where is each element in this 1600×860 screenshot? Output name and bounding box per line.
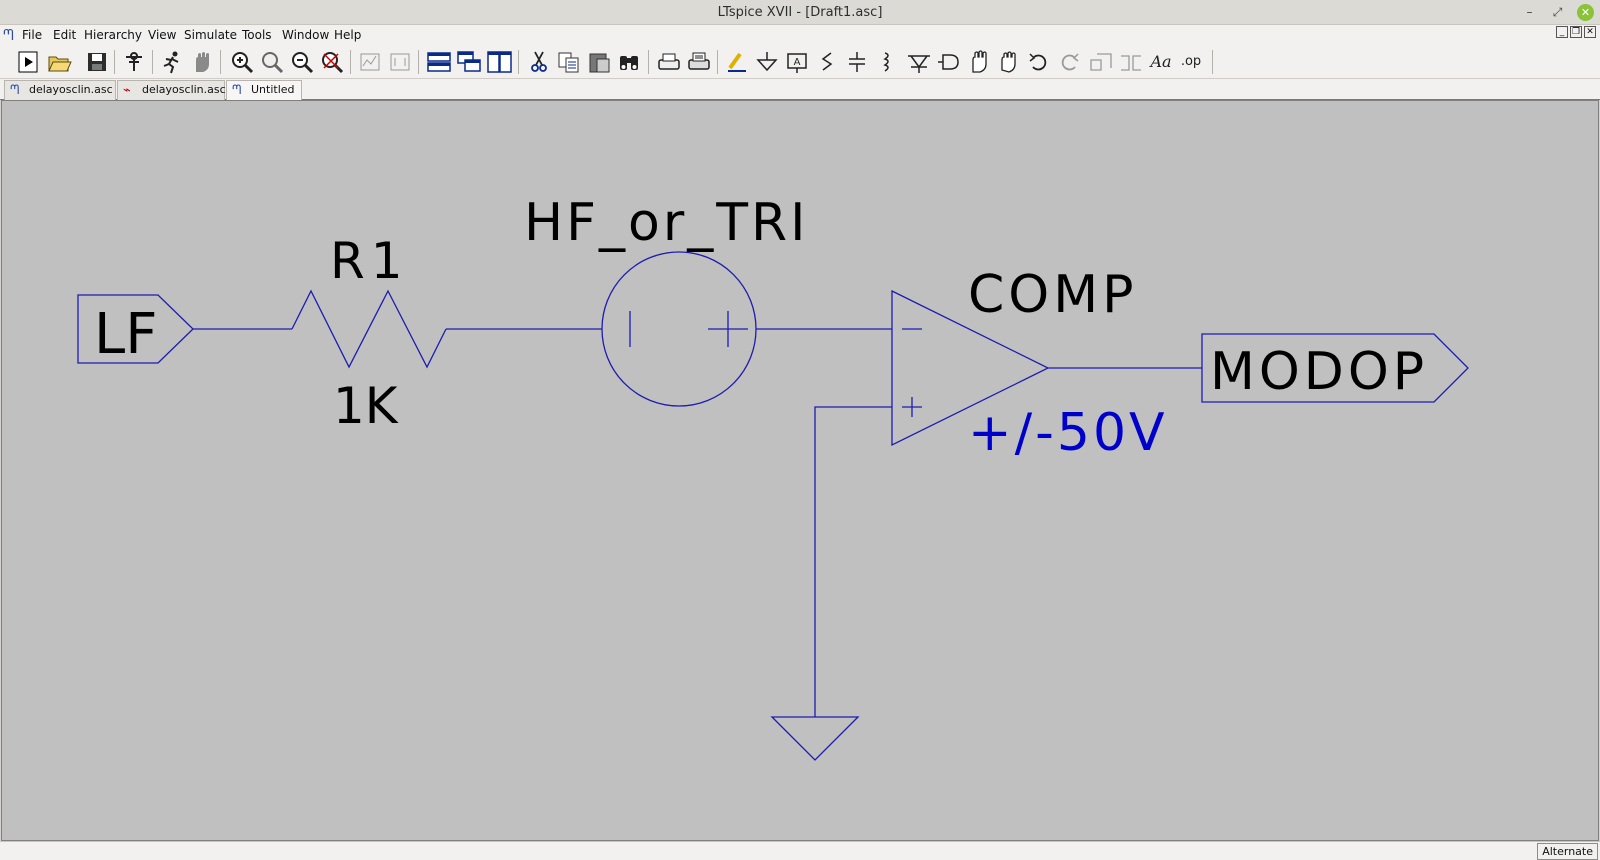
wire-icon[interactable] (723, 48, 751, 76)
output-port-label: MODOP (1210, 342, 1428, 402)
print-preview-icon[interactable] (655, 48, 683, 76)
menu-help[interactable]: Help (334, 28, 361, 42)
comparator-value-label: +/-50V (968, 403, 1168, 463)
inductor-icon[interactable] (873, 48, 901, 76)
document-tabs: ᘉ delayosclin.asc ⌁ delayosclin.asc ᘉ Un… (0, 79, 1600, 100)
undo-icon[interactable] (1025, 48, 1053, 76)
menu-tools[interactable]: Tools (242, 28, 272, 42)
ltspice-app-icon: ᘉ (3, 26, 14, 44)
comparator-plus-mark (902, 397, 922, 417)
save-icon[interactable] (83, 48, 111, 76)
resistor-icon[interactable] (813, 48, 841, 76)
schematic-canvas[interactable]: LF R1 1K HF_or_TRI COMP +/-50V MODOP (1, 100, 1599, 841)
tab-delayosclin-waveform[interactable]: ⌁ delayosclin.asc (117, 80, 226, 100)
mdi-restore-icon[interactable]: ❐ (1570, 26, 1582, 38)
mdi-window-controls: _ ❐ ✕ (1556, 26, 1596, 40)
source-plus-mark (708, 311, 748, 347)
zoom-in-icon[interactable] (228, 48, 256, 76)
wire (814, 406, 892, 717)
tile-vertical-icon[interactable] (485, 48, 513, 76)
maximize-icon[interactable]: ⤢ (1549, 4, 1566, 21)
halt-icon[interactable] (188, 48, 216, 76)
mirror-icon[interactable] (1117, 48, 1145, 76)
mdi-close-icon[interactable]: ✕ (1584, 26, 1596, 38)
ground-icon[interactable] (753, 48, 781, 76)
minimize-icon[interactable]: – (1521, 4, 1538, 21)
copy-icon[interactable] (555, 48, 583, 76)
redo-icon[interactable] (1055, 48, 1083, 76)
move-icon[interactable] (965, 48, 993, 76)
menu-hierarchy[interactable]: Hierarchy (84, 28, 142, 42)
menu-edit[interactable]: Edit (53, 28, 76, 42)
diode-icon[interactable] (905, 48, 933, 76)
tab-label: delayosclin.asc (29, 83, 113, 96)
control-panel-icon[interactable] (120, 48, 148, 76)
input-port-label: LF (94, 302, 157, 367)
waveform-icon: ⌁ (123, 83, 131, 98)
run-icon[interactable] (14, 48, 42, 76)
find-icon[interactable] (615, 48, 643, 76)
zoom-out-icon[interactable] (288, 48, 316, 76)
menu-view[interactable]: View (148, 28, 176, 42)
capacitor-icon[interactable] (843, 48, 871, 76)
cascade-icon[interactable] (455, 48, 483, 76)
zoom-fit-icon[interactable] (318, 48, 346, 76)
ground-symbol (770, 716, 860, 761)
autorange-icon[interactable] (356, 48, 384, 76)
drag-icon[interactable] (995, 48, 1023, 76)
paste-icon[interactable] (585, 48, 613, 76)
tab-label: delayosclin.asc (142, 83, 226, 96)
spice-directive-icon[interactable]: .op (1177, 48, 1205, 76)
print-icon[interactable] (685, 48, 713, 76)
run-simulation-icon[interactable] (158, 48, 186, 76)
tab-delayosclin-schematic[interactable]: ᘉ delayosclin.asc (4, 80, 116, 100)
schematic-icon: ᘉ (232, 83, 242, 98)
window-title: LTspice XVII - [Draft1.asc] (717, 5, 883, 20)
menu-window[interactable]: Window (282, 28, 329, 42)
status-mode: Alternate (1537, 843, 1598, 860)
tile-horizontal-icon[interactable] (425, 48, 453, 76)
menu-simulate[interactable]: Simulate (184, 28, 237, 42)
text-icon[interactable]: Aa (1147, 48, 1175, 76)
mdi-minimize-icon[interactable]: _ (1556, 26, 1568, 38)
menu-file[interactable]: File (22, 28, 42, 42)
zoom-pan-icon[interactable] (258, 48, 286, 76)
resistor-name-label: R1 (330, 232, 409, 290)
open-icon[interactable] (45, 48, 73, 76)
resistor-r1 (291, 289, 447, 369)
tab-untitled[interactable]: ᘉ Untitled (226, 80, 302, 100)
svg-text:A: A (794, 57, 801, 68)
cut-icon[interactable] (525, 48, 553, 76)
comparator-name-label: COMP (968, 265, 1137, 325)
delete-trace-icon[interactable] (386, 48, 414, 76)
title-bar: LTspice XVII - [Draft1.asc] – ⤢ ✕ (0, 0, 1600, 25)
status-bar: Alternate (0, 841, 1600, 860)
schematic-icon: ᘉ (10, 83, 20, 98)
tab-label: Untitled (251, 83, 295, 96)
label-net-icon[interactable]: A (783, 48, 811, 76)
rotate-icon[interactable] (1087, 48, 1115, 76)
menu-bar: ᘉ File Edit Hierarchy View Simulate Tool… (0, 25, 1600, 45)
resistor-value-label: 1K (333, 377, 399, 435)
close-icon[interactable]: ✕ (1577, 4, 1594, 21)
source-name-label: HF_or_TRI (524, 193, 808, 253)
toolbar: A Aa .op (0, 45, 1600, 79)
component-icon[interactable] (935, 48, 963, 76)
